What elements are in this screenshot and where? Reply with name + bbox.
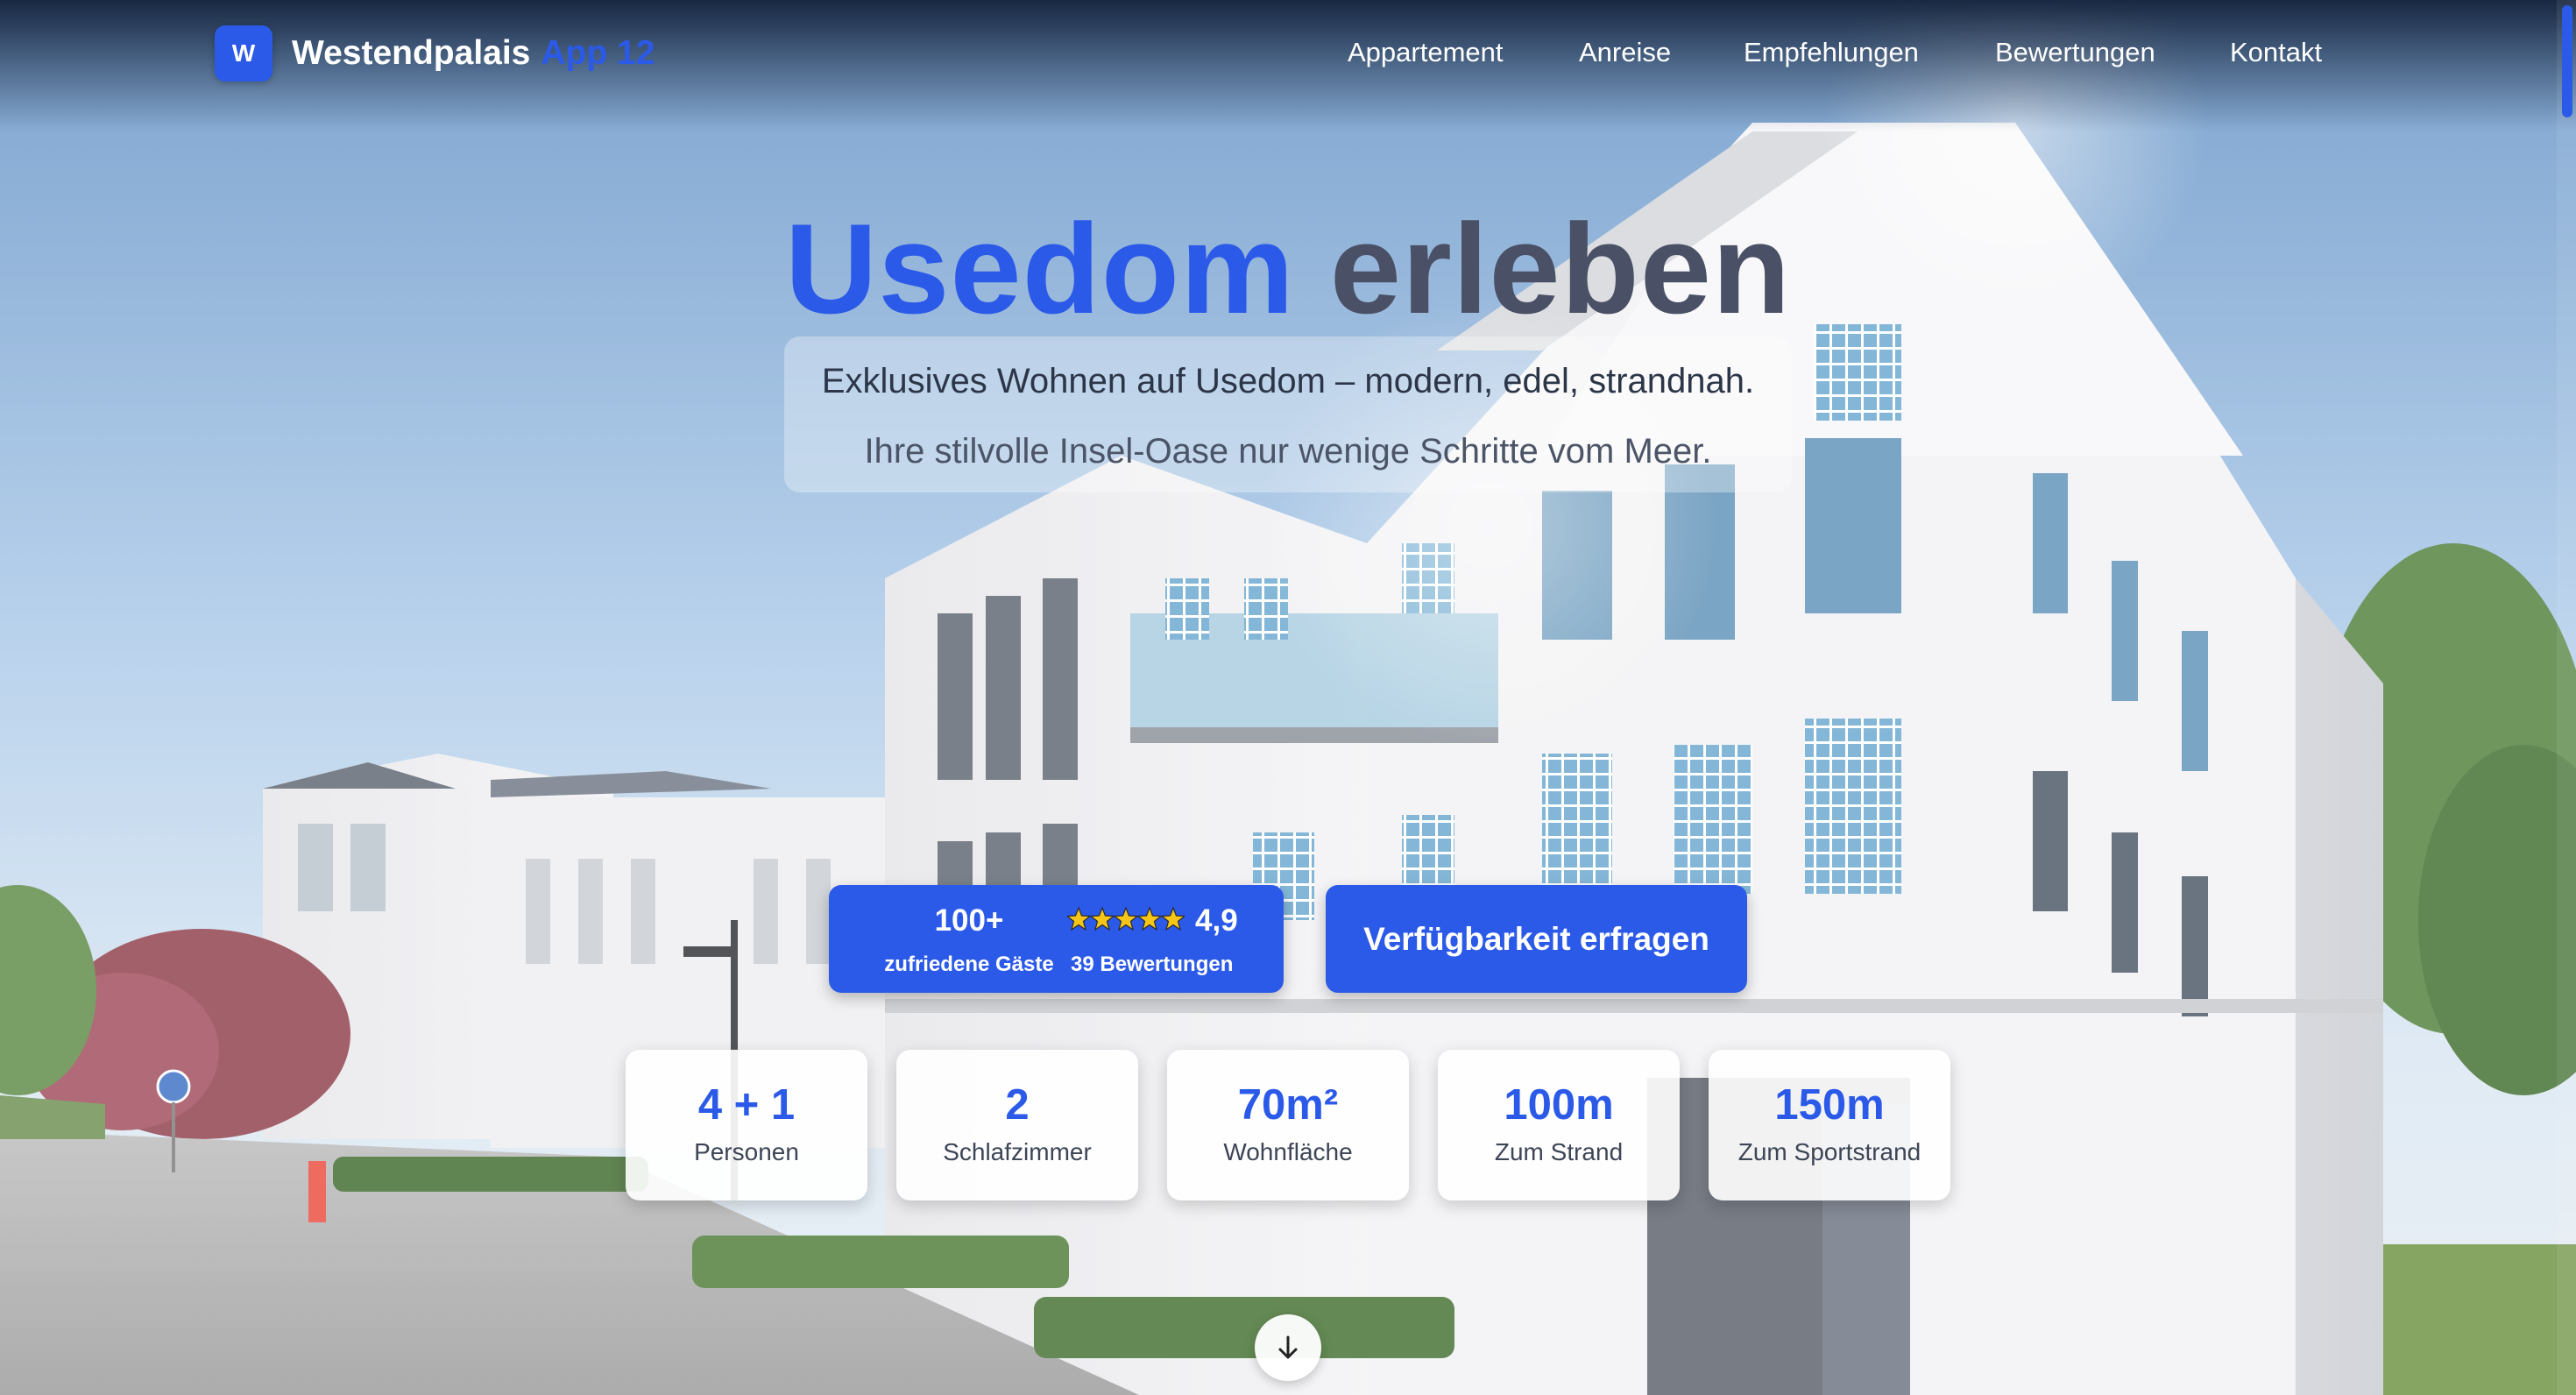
nav-link-appartement[interactable]: Appartement <box>1348 36 1504 69</box>
stat-value: 4 + 1 <box>697 1081 796 1129</box>
nav-link-empfehlungen[interactable]: Empfehlungen <box>1744 36 1919 69</box>
stat-value: 150m <box>1774 1081 1885 1129</box>
stat-value: 2 <box>1005 1081 1030 1129</box>
stat-card-beach-distance: 100m Zum Strand <box>1438 1050 1680 1200</box>
logo-badge[interactable]: W <box>215 25 272 81</box>
top-navigation: W Westendpalais App 12 Appartement Anreis… <box>0 0 2576 110</box>
hero-subtitle-box: Exklusives Wohnen auf Usedom – modern, e… <box>784 336 1792 492</box>
stat-value: 70m² <box>1237 1081 1339 1129</box>
brand-name: Westendpalais <box>292 34 531 72</box>
nav-link-bewertungen[interactable]: Bewertungen <box>1995 36 2155 69</box>
rating-value: 4,9 <box>1195 903 1238 938</box>
scroll-down-button[interactable] <box>1255 1314 1321 1381</box>
stat-card-bedrooms: 2 Schlafzimmer <box>896 1050 1138 1200</box>
scrollbar-thumb[interactable] <box>2562 5 2572 117</box>
stat-card-persons: 4 + 1 Personen <box>626 1050 867 1200</box>
stat-label: Personen <box>694 1138 799 1165</box>
arrow-down-icon <box>1278 1335 1298 1359</box>
stat-card-living-area: 70m² Wohnfläche <box>1167 1050 1409 1200</box>
stat-label: Schlafzimmer <box>943 1138 1092 1165</box>
brand-title[interactable]: Westendpalais App 12 <box>292 33 655 74</box>
guests-label: zufriedene Gäste <box>884 952 1054 976</box>
headline-word-erleben: erleben <box>1329 197 1792 340</box>
guests-count: 100+ <box>934 903 1004 938</box>
hero-subtitle-secondary: Ihre stilvolle Insel-Oase nur wenige Sch… <box>864 432 1712 471</box>
nav-link-kontakt[interactable]: Kontakt <box>2230 36 2322 69</box>
stat-label: Zum Sportstrand <box>1737 1138 1921 1165</box>
availability-request-button[interactable]: Verfügbarkeit erfragen <box>1326 885 1747 993</box>
brand-suffix: App 12 <box>541 34 655 72</box>
five-star-rating-icon <box>1067 906 1185 931</box>
stat-card-sports-beach-distance: 150m Zum Sportstrand <box>1709 1050 1950 1200</box>
reviews-count-label: 39 Bewertungen <box>1071 952 1234 976</box>
stat-label: Zum Strand <box>1494 1138 1624 1165</box>
stat-label: Wohnfläche <box>1223 1138 1353 1165</box>
hero-subtitle-primary: Exklusives Wohnen auf Usedom – modern, e… <box>821 362 1755 400</box>
hero-headline: Usedom erleben <box>0 195 2576 343</box>
headline-word-usedom: Usedom <box>784 197 1295 340</box>
stat-value: 100m <box>1504 1081 1614 1129</box>
rating-card: 100+ zufriedene Gäste 4,9 39 Bewertungen <box>829 885 1284 993</box>
nav-link-anreise[interactable]: Anreise <box>1579 36 1671 69</box>
